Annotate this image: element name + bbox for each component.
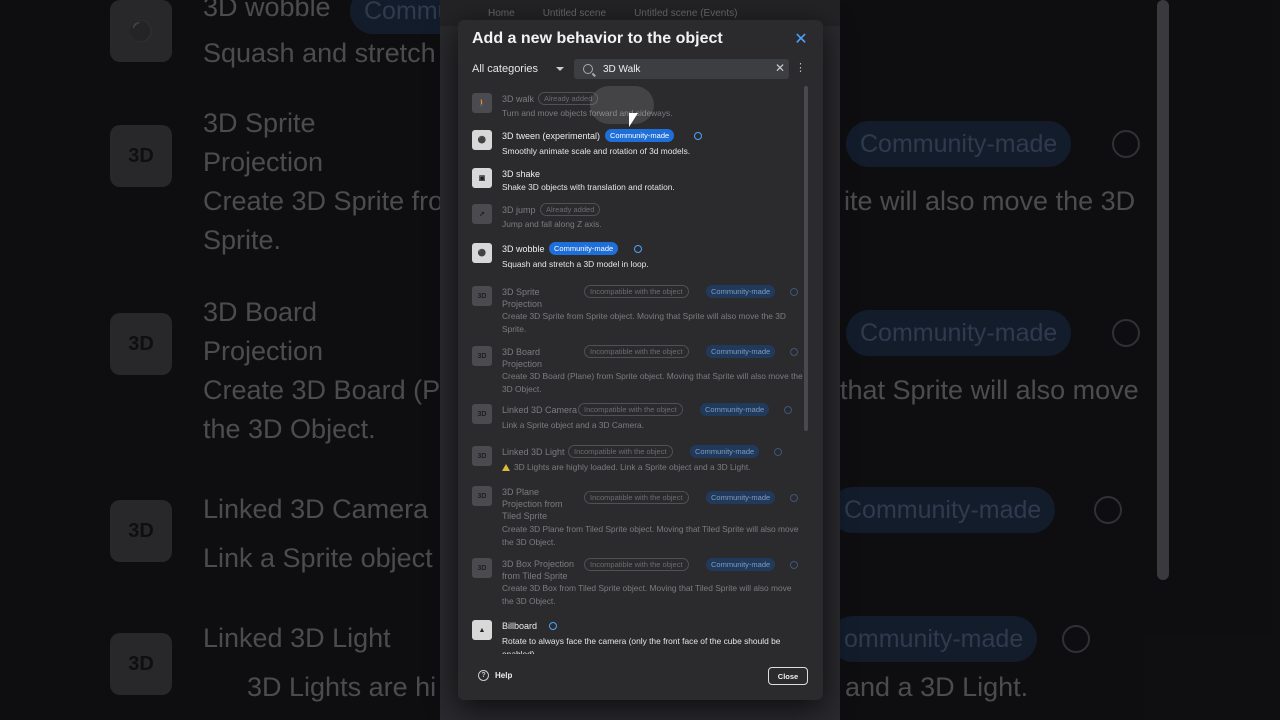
- incompatible-tag: Incompatible with the object: [584, 285, 689, 298]
- list-item[interactable]: ⚫ 3D tween (experimental) Community-made…: [472, 129, 802, 162]
- behavior-description: Create 3D Sprite from Sprite object. Mov…: [502, 311, 786, 334]
- behavior-description: Create 3D Board (Plane) from Sprite obje…: [502, 371, 803, 394]
- behavior-description-text: 3D Lights are highly loaded. Link a Spri…: [514, 462, 751, 472]
- wobble-icon: ⚫: [472, 243, 492, 263]
- behavior-name: 3D jump: [502, 205, 536, 215]
- behavior-name: 3D Plane Projection from Tiled Sprite: [502, 487, 563, 521]
- behavior-name: 3D Sprite Projection: [502, 287, 543, 309]
- background-left-panel: ⚫ 3D wobble Community-made Squash and st…: [0, 0, 440, 720]
- incompatible-tag: Incompatible with the object: [578, 403, 683, 416]
- 3d-camera-icon: 3D: [472, 404, 492, 424]
- community-made-tag: Community-made: [706, 558, 776, 571]
- list-item[interactable]: 3D 3D Board Projection Incompatible with…: [472, 345, 803, 394]
- warning-icon: [502, 464, 510, 471]
- list-item[interactable]: ▣ 3D shake Shake 3D objects with transla…: [472, 168, 802, 200]
- clear-search-icon[interactable]: ✕: [775, 61, 785, 75]
- caret-down-icon: [556, 67, 564, 71]
- info-icon[interactable]: [634, 245, 642, 253]
- community-made-tag: Community-made: [706, 345, 776, 358]
- behavior-name: 3D walk: [502, 94, 535, 104]
- info-icon[interactable]: [790, 494, 798, 502]
- jump-icon: ➚: [472, 204, 492, 224]
- community-made-tag: Community-made: [706, 285, 776, 298]
- more-options-icon[interactable]: ⋮: [795, 61, 806, 74]
- incompatible-tag: Incompatible with the object: [584, 558, 689, 571]
- 3d-projection-icon: 3D: [472, 346, 492, 366]
- info-icon[interactable]: [784, 406, 792, 414]
- shake-icon: ▣: [472, 168, 492, 188]
- close-button[interactable]: Close: [768, 667, 808, 685]
- behavior-name: Billboard: [502, 621, 538, 631]
- behavior-description: Link a Sprite object and a 3D Camera.: [502, 420, 644, 430]
- behavior-description: 3D Lights are highly loaded. Link a Spri…: [502, 461, 751, 474]
- list-scrollbar[interactable]: [804, 86, 808, 431]
- 3d-light-icon: 3D: [472, 446, 492, 466]
- list-item[interactable]: ▲ Billboard Rotate to always face the ca…: [472, 620, 802, 654]
- info-icon[interactable]: [790, 348, 798, 356]
- info-icon[interactable]: [694, 132, 702, 140]
- list-item[interactable]: 3D 3D Box Projection from Tiled Sprite I…: [472, 558, 802, 606]
- incompatible-tag: Incompatible with the object: [568, 445, 673, 458]
- 3d-projection-icon: 3D: [472, 558, 492, 578]
- walker-icon: 🚶: [472, 93, 492, 113]
- incompatible-tag: Incompatible with the object: [584, 491, 689, 504]
- community-made-tag: Community-made: [700, 403, 770, 416]
- category-select[interactable]: All categories: [472, 60, 564, 78]
- behavior-name: 3D tween (experimental): [502, 131, 601, 141]
- cursor-highlight: [590, 86, 654, 124]
- list-item[interactable]: 3D 3D Sprite Projection Incompatible wit…: [472, 285, 802, 334]
- help-icon: ?: [478, 670, 489, 681]
- behavior-description: Rotate to always face the camera (only t…: [502, 636, 781, 654]
- community-made-tag: Community-made: [605, 129, 675, 142]
- info-icon[interactable]: [790, 288, 798, 296]
- background-dim: [840, 0, 1280, 720]
- search-input[interactable]: [603, 63, 763, 75]
- list-item[interactable]: 3D 3D Plane Projection from Tiled Sprite…: [472, 486, 802, 547]
- background-right-panel: Community-made ite will also move the 3D…: [840, 0, 1280, 720]
- dialog-title: Add a new behavior to the object: [472, 30, 723, 47]
- behavior-name: 3D Board Projection: [502, 347, 543, 369]
- info-icon[interactable]: [774, 448, 782, 456]
- info-icon[interactable]: [549, 622, 557, 630]
- behavior-list: 🚶 3D walk Already added Turn and move ob…: [458, 86, 803, 654]
- tree-icon: ▲: [472, 620, 492, 640]
- behavior-description: Smoothly animate scale and rotation of 3…: [502, 146, 691, 156]
- community-made-tag: Community-made: [706, 491, 776, 504]
- behavior-description: Jump and fall along Z axis.: [502, 219, 602, 229]
- info-icon[interactable]: [790, 561, 798, 569]
- behavior-name: 3D shake: [502, 169, 541, 179]
- events-tab[interactable]: Untitled scene (Events): [634, 8, 737, 19]
- search-icon: [583, 64, 593, 74]
- list-item[interactable]: ➚ 3D jump Already added Jump and fall al…: [472, 203, 802, 236]
- already-added-tag: Already added: [540, 203, 601, 216]
- close-icon[interactable]: ✕: [793, 32, 809, 48]
- behavior-description: Create 3D Plane from Tiled Sprite object…: [502, 524, 799, 547]
- 3d-projection-icon: 3D: [472, 486, 492, 506]
- behavior-description: Squash and stretch a 3D model in loop.: [502, 259, 649, 269]
- home-tab[interactable]: Home: [488, 8, 515, 19]
- bg-scrollbar: [1157, 0, 1169, 580]
- list-item[interactable]: 3D Linked 3D Camera Incompatible with th…: [472, 403, 802, 436]
- list-item[interactable]: 3D Linked 3D Light Incompatible with the…: [472, 445, 802, 478]
- background-dim: [0, 0, 440, 720]
- behavior-name: 3D wobble: [502, 244, 545, 254]
- behavior-name: 3D Box Projection from Tiled Sprite: [502, 559, 575, 581]
- behavior-name: Linked 3D Camera: [502, 405, 578, 415]
- scene-tab[interactable]: Untitled scene: [543, 8, 606, 19]
- help-button[interactable]: ? Help: [478, 670, 512, 681]
- help-label: Help: [495, 671, 513, 680]
- incompatible-tag: Incompatible with the object: [584, 345, 689, 358]
- behavior-name: Linked 3D Light: [502, 447, 565, 457]
- community-made-tag: Community-made: [549, 242, 619, 255]
- tween-icon: ⚫: [472, 130, 492, 150]
- category-select-label: All categories: [472, 63, 539, 75]
- community-made-tag: Community-made: [690, 445, 760, 458]
- 3d-projection-icon: 3D: [472, 286, 492, 306]
- search-box: ✕: [574, 59, 789, 79]
- list-item[interactable]: ⚫ 3D wobble Community-made Squash and st…: [472, 242, 802, 275]
- behavior-description: Create 3D Box from Tiled Sprite object. …: [502, 583, 792, 606]
- behavior-description: Shake 3D objects with translation and ro…: [502, 182, 675, 192]
